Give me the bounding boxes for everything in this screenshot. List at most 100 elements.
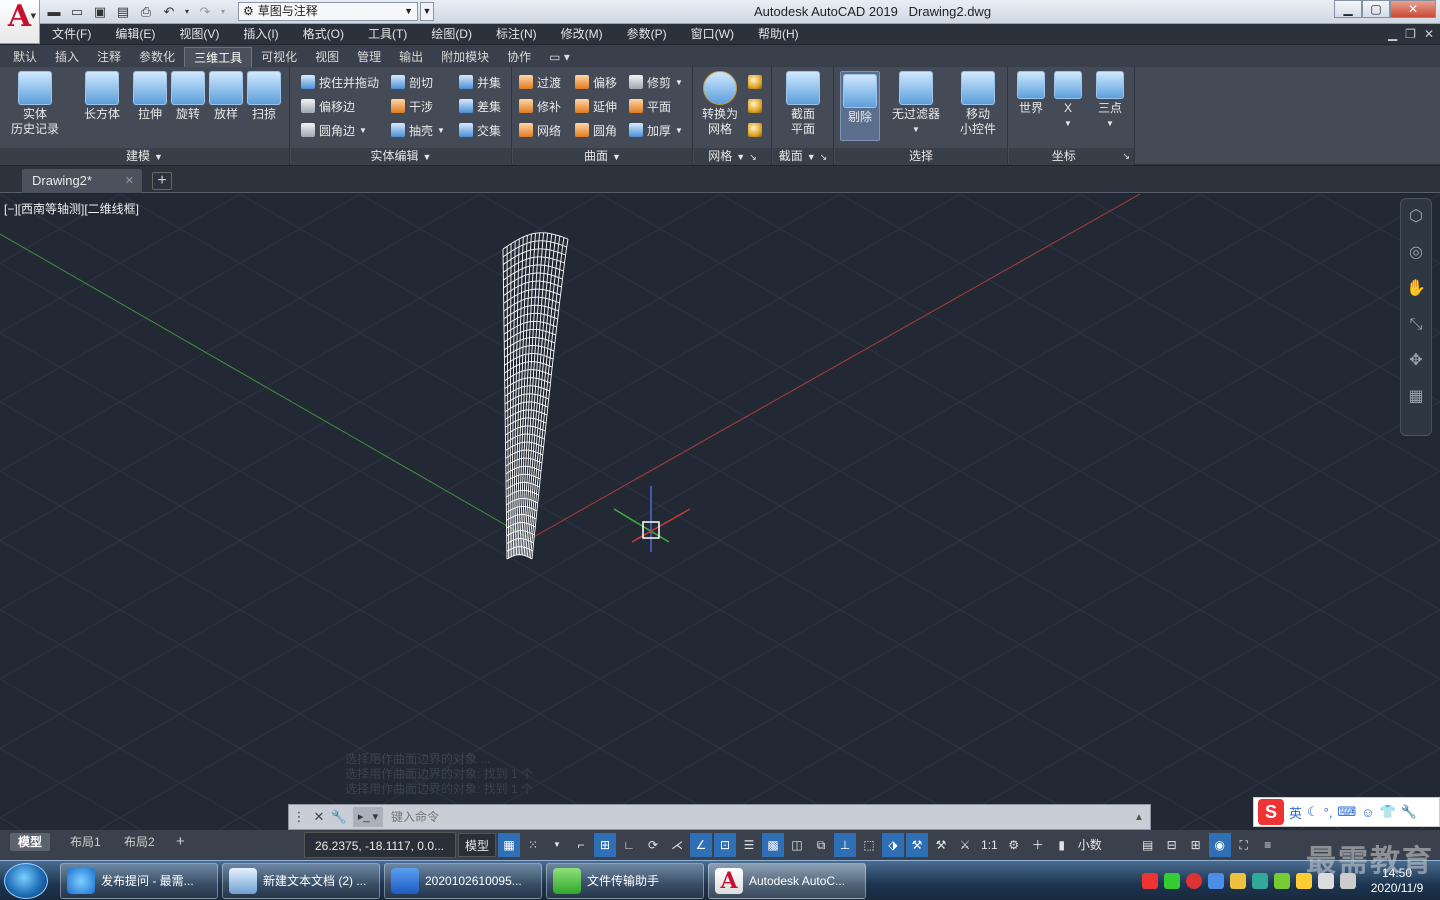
section-plane-button[interactable]: 截面 平面 [779,71,827,137]
no-filter-button[interactable]: 无过滤器 ▼ [887,71,945,137]
doc-restore-icon[interactable]: ❐ [1405,27,1416,41]
print-icon[interactable]: ⎙ [136,3,156,21]
tab-addins[interactable]: 附加模块 [432,47,498,67]
mesh-tool-1-button[interactable] [748,72,762,92]
panel-mesh-title[interactable]: 网格 ▼ ↘ [694,148,771,165]
gizmo-toggle-icon[interactable]: ⬗ [882,833,905,857]
presspull-button[interactable]: 按住并拖动 [301,72,379,92]
dynamic-input-icon[interactable]: ⊞ [594,833,617,857]
viewcube-icon[interactable]: ⬡ [1401,199,1431,235]
network-button[interactable]: 网络 [519,120,561,140]
extend-button[interactable]: 延伸 [575,96,617,116]
tab-collaborate[interactable]: 协作 [498,47,540,67]
selection-cycling-icon[interactable]: ◫ [786,833,808,857]
start-button[interactable] [4,863,48,899]
3d-object-snap-icon[interactable]: ⧉ [810,833,832,857]
menu-tools[interactable]: 工具(T) [356,24,419,44]
close-icon[interactable]: ✕ [125,169,134,193]
surface-fillet-button[interactable]: 圆角 [575,120,617,140]
move-gizmo-button[interactable]: 移动 小控件 [953,71,1003,137]
panel-surface-title[interactable]: 曲面 ▼ [513,148,692,165]
sweep-button[interactable]: 扫掠 [244,71,284,122]
isolate-objects-icon[interactable]: ⊞ [1185,833,1207,857]
auto-scale-icon[interactable]: ⚒ [930,833,952,857]
coordinate-readout[interactable]: 26.2375, -18.1117, 0.0... [304,832,456,858]
patch-button[interactable]: 修补 [519,96,561,116]
grid-icon[interactable]: ▦ [498,833,521,857]
quick-properties-icon[interactable]: ▤ [1137,833,1159,857]
orbit-icon[interactable]: ✥ [1401,343,1431,379]
menu-help[interactable]: 帮助(H) [746,24,811,44]
panel-modeling-title[interactable]: 建模 ▼ [0,148,289,165]
application-menu-button[interactable]: A ▼ [0,0,40,44]
ucs-three-point-button[interactable]: 三点 ▼ [1091,71,1129,131]
subtract-button[interactable]: 差集 [459,96,501,116]
tab-parametric[interactable]: 参数化 [130,47,184,67]
isodraft-icon[interactable]: ⋌ [666,833,688,857]
taskbar-item-word[interactable]: 2020102610095... [384,863,542,899]
ucs-world-button[interactable]: 世界 [1013,71,1049,116]
new-tab-button[interactable]: + [152,172,172,190]
dialog-launcher-icon[interactable]: ↘ [749,152,757,162]
taskbar-item-ie[interactable]: 发布提问 - 最需... [60,863,218,899]
planar-button[interactable]: 平面 [629,96,671,116]
tab-manage[interactable]: 管理 [348,47,390,67]
weibo-tray-icon[interactable] [1186,873,1202,889]
close-icon[interactable]: ✕ [309,809,329,825]
showmotion-icon[interactable]: ▦ [1401,379,1431,415]
menu-dimension[interactable]: 标注(N) [484,24,549,44]
wrench-icon[interactable]: 🔧 [1401,804,1417,820]
redo-dropdown-icon[interactable]: ▾ [218,3,228,21]
chevron-up-icon[interactable]: ▲ [1134,812,1150,823]
doc-minimize-icon[interactable]: ▁ [1388,27,1397,41]
moon-icon[interactable]: ☾ [1307,804,1319,820]
trim-button[interactable]: 修剪 ▼ [629,72,683,92]
clean-screen-icon[interactable]: ⛶ [1233,833,1255,857]
culling-button[interactable]: 剔除 [840,71,880,141]
fillet-edge-button[interactable]: 圆角边 ▼ [301,120,367,140]
workspace-dropdown[interactable]: ⚙ 草图与注释 ▼ [238,2,418,21]
undo-dropdown-icon[interactable]: ▾ [182,3,192,21]
hardware-acceleration-icon[interactable]: ◉ [1208,833,1231,857]
zoom-extents-icon[interactable]: ⤡ [1401,307,1431,343]
loft-button[interactable]: 放样 [206,71,246,122]
tab-visualize[interactable]: 可视化 [252,47,306,67]
model-space-toggle[interactable]: 模型 [458,833,497,857]
blend-button[interactable]: 过渡 [519,72,561,92]
box-button[interactable]: 长方体 [80,71,124,122]
taskbar-item-wechat[interactable]: 文件传输助手 [546,863,704,899]
dialog-launcher-icon[interactable]: ↘ [820,152,828,162]
polar-tracking-icon[interactable]: ⟳ [642,833,664,857]
undo-icon[interactable]: ↶ [159,3,179,21]
object-snap-tracking-icon[interactable]: ∠ [690,833,713,857]
thicken-button[interactable]: 加厚 ▼ [629,120,683,140]
close-button[interactable]: ✕ [1390,0,1436,18]
union-button[interactable]: 并集 [459,72,501,92]
grip-handle[interactable]: ⋮ [289,809,309,825]
ime-lang-toggle[interactable]: 英 [1289,803,1302,822]
solid-history-button[interactable]: 实体 历史记录 [6,71,64,137]
steering-wheel-icon[interactable]: ◎ [1401,235,1431,271]
command-prompt-icon[interactable]: ▸_ ▾ [353,807,383,827]
keyboard-icon[interactable]: ⌨ [1337,804,1356,820]
object-snap-icon[interactable]: ⊡ [714,833,737,857]
drawing-viewport[interactable]: [−][西南等轴测][二维线框] ⬡ ◎ ✋ ⤡ ✥ ▦ 选择用作曲面边界的对象… [0,194,1440,830]
menu-draw[interactable]: 绘图(D) [419,24,484,44]
minimize-button[interactable]: ▁ [1334,0,1362,18]
add-layout-button[interactable]: + [168,833,193,851]
transparency-icon[interactable]: ▩ [762,833,785,857]
user-icon[interactable]: ☺ [1361,805,1374,820]
surface-offset-button[interactable]: 偏移 [575,72,617,92]
wechat-tray-icon[interactable] [1164,873,1180,889]
shell-button[interactable]: 抽壳 ▼ [391,120,445,140]
annotation-visibility-icon[interactable]: ⚒ [906,833,929,857]
new-file-icon[interactable]: ▬ [44,3,64,21]
menu-file[interactable]: 文件(F) [40,24,103,44]
network-drive-icon[interactable] [1230,873,1246,889]
panel-solid-edit-title[interactable]: 实体编辑 ▼ [291,148,511,165]
menu-parametric[interactable]: 参数(P) [615,24,679,44]
selection-filter-icon[interactable]: ⬚ [858,833,880,857]
redo-icon[interactable]: ↷ [195,3,215,21]
interfere-button[interactable]: 干涉 [391,96,433,116]
chevron-down-icon[interactable]: ▼ [546,833,568,857]
